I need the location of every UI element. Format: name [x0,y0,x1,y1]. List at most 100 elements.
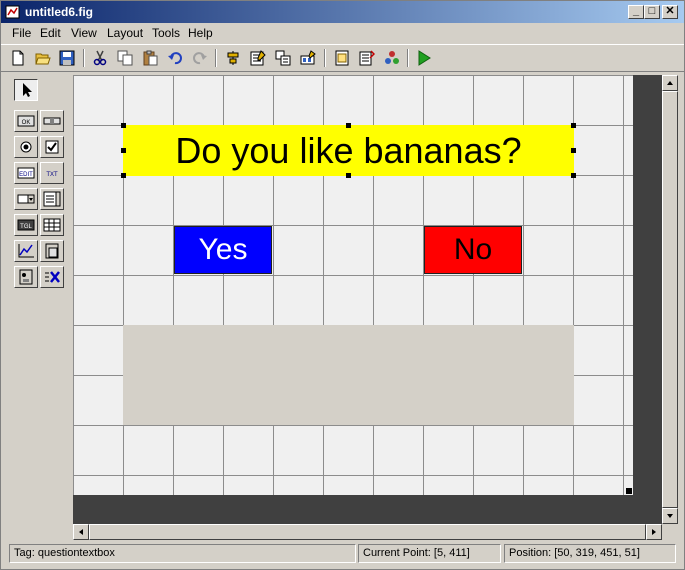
checkbox-tool[interactable] [40,136,64,158]
align-objects-button[interactable] [222,48,244,68]
activex-control-icon [45,271,60,283]
property-inspector-icon [359,50,375,66]
arrow-down-icon [667,514,673,518]
paste-button[interactable] [139,48,161,68]
select-tool-button[interactable] [14,79,38,101]
yes-button[interactable]: Yes [174,226,272,274]
m-file-editor-icon [335,50,349,66]
push-button-icon: OK [17,115,35,127]
toolbar [1,44,684,72]
cut-button[interactable] [89,48,111,68]
answer-text-box[interactable] [123,325,574,425]
edit-text-icon-label: EDIT [19,172,33,178]
title-bar[interactable]: untitled6.fig _ □ ✕ [1,1,684,23]
activex-control-tool[interactable] [40,266,64,288]
axes-icon [18,244,34,258]
selection-handle[interactable] [571,123,576,128]
menu-layout[interactable]: Layout [107,26,143,40]
m-file-editor-button[interactable] [331,48,353,68]
maximize-button[interactable]: □ [644,5,660,19]
button-group-tool[interactable] [14,266,38,288]
paste-icon [143,50,158,66]
toolbar-editor-icon [300,50,316,65]
open-file-button[interactable] [32,48,54,68]
run-figure-button[interactable] [413,48,435,68]
axes-tool[interactable] [14,240,38,262]
status-tag: Tag: questiontextbox [9,544,356,563]
selection-handle[interactable] [121,123,126,128]
toggle-button-tool[interactable]: TGL [14,214,38,236]
static-text-icon-label: TXT [46,172,58,178]
undo-button[interactable] [164,48,186,68]
panel-icon [45,243,59,259]
slider-tool[interactable] [40,110,64,132]
open-file-icon [35,53,51,65]
toolbar-separator [324,49,326,67]
radio-button-tool[interactable] [14,136,38,158]
static-text-icon: TXT [46,172,58,178]
toolbar-editor-button[interactable] [297,48,319,68]
figure-resize-handle[interactable] [626,488,632,494]
undo-icon [168,52,182,65]
scroll-down-button[interactable] [662,508,678,524]
panel-tool[interactable] [40,240,64,262]
selection-handle[interactable] [121,173,126,178]
scroll-right-button[interactable] [646,524,662,540]
object-browser-icon [385,51,399,64]
save-button[interactable] [56,48,78,68]
menu-editor-icon [250,50,266,66]
menu-help[interactable]: Help [188,26,213,40]
table-tool[interactable] [40,214,64,236]
menu-tools[interactable]: Tools [152,26,180,40]
menu-edit[interactable]: Edit [40,26,61,40]
menu-bar: File Edit View Layout Tools Help [1,23,684,43]
redo-button[interactable] [189,48,211,68]
minimize-button[interactable]: _ [628,5,644,19]
push-button-icon-label: OK [22,120,31,126]
menu-view[interactable]: View [71,26,97,40]
horizontal-scroll-thumb[interactable] [89,524,646,540]
object-browser-button[interactable] [381,48,403,68]
selection-handle[interactable] [571,173,576,178]
save-icon [59,50,75,66]
close-button[interactable]: ✕ [662,5,678,19]
tab-order-editor-button[interactable] [272,48,294,68]
popup-menu-tool[interactable] [14,188,38,210]
select-arrow-icon [23,83,32,97]
vertical-scrollbar[interactable] [662,75,678,524]
vertical-scroll-thumb[interactable] [662,91,678,508]
status-position: Position: [50, 319, 451, 51] [504,544,676,563]
toolbar-separator [83,49,85,67]
static-text-tool[interactable]: TXT [40,162,64,184]
toolbar-separator [215,49,217,67]
scroll-up-button[interactable] [662,75,678,91]
menu-file[interactable]: File [12,26,31,40]
toggle-button-icon-label: TGL [20,224,32,230]
selection-handle[interactable] [346,173,351,178]
no-button[interactable]: No [424,226,522,274]
align-objects-icon [227,51,239,65]
property-inspector-button[interactable] [356,48,378,68]
selection-handle[interactable] [571,148,576,153]
layout-canvas[interactable]: Do you like bananas? Yes No [73,75,633,495]
horizontal-scrollbar[interactable] [73,524,662,540]
button-group-icon [19,269,33,285]
scroll-left-button[interactable] [73,524,89,540]
push-button-tool[interactable]: OK [14,110,38,132]
window-title: untitled6.fig [25,5,93,19]
popup-menu-icon [17,194,35,204]
component-palette: OK EDIT TXT TGL [9,73,71,543]
arrow-up-icon [667,81,673,85]
copy-icon [117,50,133,66]
copy-button[interactable] [114,48,136,68]
question-text-box[interactable]: Do you like bananas? [123,125,574,176]
new-figure-button[interactable] [7,48,29,68]
listbox-tool[interactable] [40,188,64,210]
selection-handle[interactable] [121,148,126,153]
selection-handle[interactable] [346,123,351,128]
edit-text-tool[interactable]: EDIT [14,162,38,184]
toggle-button-icon: TGL [17,219,35,231]
menu-editor-button[interactable] [247,48,269,68]
table-icon [43,218,61,232]
guide-window: untitled6.fig _ □ ✕ File Edit View Layou… [0,0,685,570]
